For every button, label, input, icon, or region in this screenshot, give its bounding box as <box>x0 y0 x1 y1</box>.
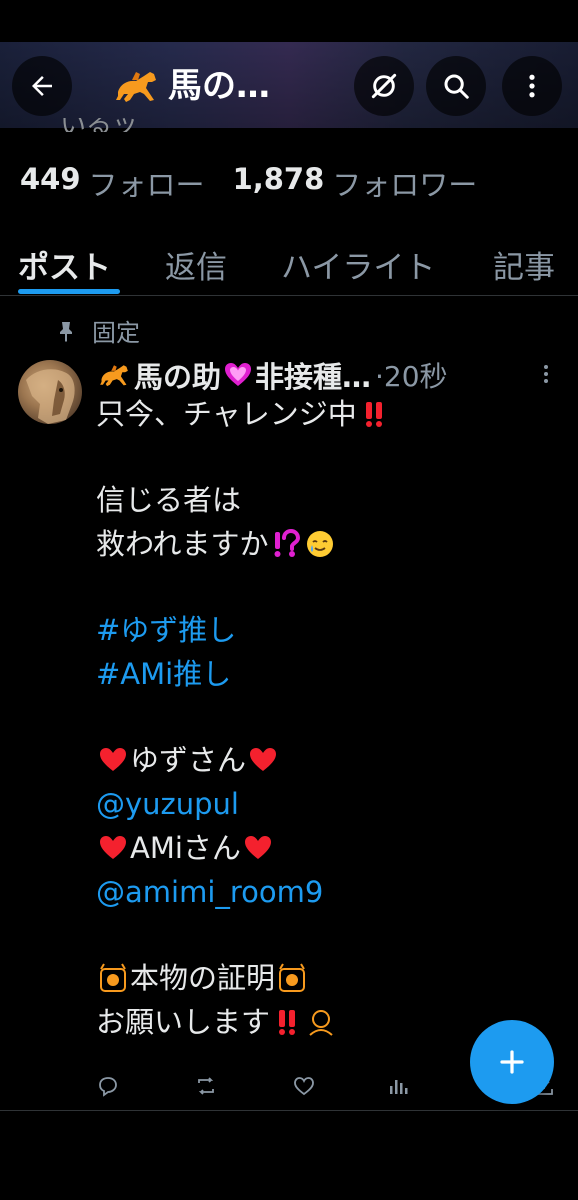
post-line: #AMi推し <box>96 652 536 696</box>
sparkling-heart-icon <box>100 748 126 771</box>
post-line: お願いします <box>96 1000 536 1044</box>
post-author-name[interactable]: 馬の助 非接種… <box>96 354 371 396</box>
followers-link[interactable]: 1,878 フォロワー <box>233 162 478 204</box>
like-icon[interactable] <box>292 1074 316 1098</box>
mention-link[interactable]: @yuzupul <box>96 782 239 826</box>
tab-highlights[interactable]: ハイライト <box>281 242 435 287</box>
views-icon[interactable] <box>386 1074 410 1098</box>
tab-posts[interactable]: ポスト <box>18 242 111 287</box>
header-banner <box>0 42 578 128</box>
header-title: 馬の… <box>110 60 270 112</box>
no-sync-icon <box>371 73 397 99</box>
post-text: 信じる者は <box>96 483 242 517</box>
hashtag-link[interactable]: #ゆず推し <box>96 608 236 652</box>
partial-bio-text: いるッ <box>60 118 138 132</box>
bowing-person-icon <box>309 1010 333 1036</box>
sparkling-heart-icon <box>225 363 252 386</box>
search-button[interactable] <box>426 56 486 116</box>
post-line: 救われますか <box>96 522 536 566</box>
more-vertical-icon <box>544 365 548 383</box>
horse-racing-icon <box>100 365 128 387</box>
post-line: @yuzupul <box>96 782 536 826</box>
divider <box>0 1110 578 1111</box>
post-text: 本物の証明 <box>130 961 276 995</box>
post-text: ゆずさん <box>130 743 247 777</box>
post-text: AMiさん <box>130 831 241 865</box>
post-text: 只今、チャレンジ中 <box>96 397 357 431</box>
post-more-button[interactable] <box>538 362 554 390</box>
post-line: #ゆず推し <box>96 608 536 652</box>
post-line: ゆずさん <box>96 738 536 782</box>
compose-button[interactable] <box>470 1020 554 1104</box>
horse-racing-icon <box>116 72 156 102</box>
post-body: 只今、チャレンジ中 信じる者は 救われますか #ゆず推し #AMi推し ゆずさん… <box>96 392 536 1044</box>
following-label: フォロー <box>88 168 205 202</box>
pinned-indicator: 固定 <box>56 313 140 348</box>
back-arrow-icon <box>32 76 52 96</box>
back-button[interactable] <box>12 56 72 116</box>
tab-articles[interactable]: 記事 <box>493 242 555 287</box>
no-sync-button[interactable] <box>354 56 414 116</box>
post-header: 馬の助 非接種… ·20秒 <box>96 354 448 396</box>
reply-icon[interactable] <box>96 1074 120 1098</box>
post-text: お願いします <box>96 1005 271 1039</box>
follow-stats: 449 フォロー 1,878 フォロワー <box>20 162 491 204</box>
author-name-part2: 非接種… <box>255 360 372 394</box>
author-name-part1: 馬の助 <box>134 360 222 394</box>
tab-replies[interactable]: 返信 <box>165 242 227 287</box>
more-vertical-icon <box>529 74 535 98</box>
pin-icon <box>60 321 72 342</box>
following-link[interactable]: 449 フォロー <box>20 162 205 204</box>
mention-link[interactable]: @amimi_room9 <box>96 870 323 914</box>
post-line: 只今、チャレンジ中 <box>96 392 536 436</box>
post-line: @amimi_room9 <box>96 870 536 914</box>
raising-hands-icon <box>100 963 126 992</box>
sparkling-heart-icon <box>250 748 277 771</box>
double-exclamation-icon <box>279 1010 296 1035</box>
more-button[interactable] <box>502 56 562 116</box>
sparkling-heart-icon <box>100 836 126 859</box>
hashtag-link[interactable]: #AMi推し <box>96 652 231 696</box>
repost-icon[interactable] <box>194 1074 218 1098</box>
raising-hands-icon <box>279 963 306 992</box>
pinned-label: 固定 <box>92 319 140 347</box>
exclamation-question-icon <box>274 529 300 557</box>
following-count: 449 <box>20 162 81 196</box>
double-exclamation-icon <box>365 402 382 427</box>
smiling-tear-face-icon <box>306 531 333 557</box>
followers-count: 1,878 <box>232 162 325 196</box>
sparkling-heart-icon <box>244 836 271 859</box>
post-line: AMiさん <box>96 826 536 870</box>
avatar[interactable] <box>18 360 82 424</box>
horse-photo-icon <box>26 369 75 424</box>
post-text: 救われますか <box>96 527 269 561</box>
profile-tabs: ポスト 返信 ハイライト 記事 <box>0 232 578 296</box>
followers-label: フォロワー <box>332 168 478 202</box>
post-line: 本物の証明 <box>96 956 536 1000</box>
post-time[interactable]: ·20秒 <box>375 355 448 395</box>
header-title-text: 馬の… <box>168 66 270 106</box>
active-tab-indicator <box>18 289 120 294</box>
post-line: 信じる者は <box>96 478 536 522</box>
search-icon <box>444 74 469 99</box>
plus-icon <box>500 1050 524 1074</box>
